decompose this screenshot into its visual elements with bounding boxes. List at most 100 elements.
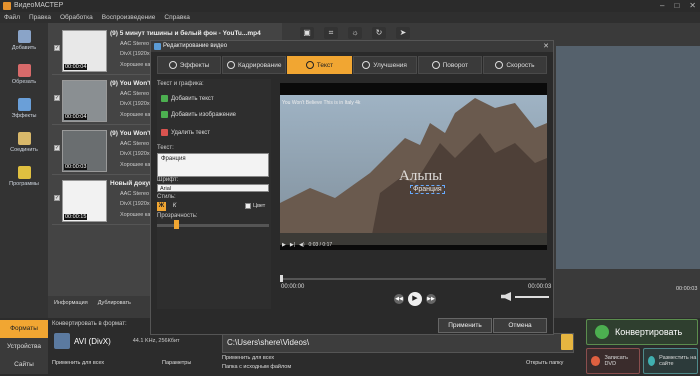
crop-icon[interactable]: ⌗ [324, 26, 338, 39]
text-icon [305, 61, 314, 69]
play-icon: ▶ [282, 242, 286, 248]
file-checkbox[interactable]: ✓ [54, 195, 60, 201]
maximize-icon[interactable]: □ [674, 1, 679, 10]
style-buttons: Ж К [157, 202, 179, 211]
format-label: Конвертировать в формат: [52, 321, 127, 327]
text-label: Текст: [157, 145, 174, 151]
tab-text[interactable]: Текст [287, 56, 352, 74]
tab-crop[interactable]: Кадрирование [222, 56, 287, 74]
menu-edit[interactable]: Правка [29, 14, 51, 21]
speaker-icon[interactable] [501, 292, 511, 301]
next-frame-icon[interactable]: ▶▶ [426, 294, 436, 304]
burn-dvd-button[interactable]: Записать DVD [586, 348, 640, 374]
time-start: 00:00:00 [281, 284, 305, 290]
prev-frame-icon[interactable]: ◀◀ [394, 294, 404, 304]
publish-button[interactable]: Разместить на сайте [643, 348, 698, 374]
sidebar-item-add[interactable]: Добавить [0, 23, 48, 57]
sidebar-item-effects[interactable]: Эффекты [0, 91, 48, 125]
title-bar: ВидеоМАСТЕР – □ ✕ [0, 0, 700, 12]
overlay-text[interactable]: Альпы [399, 168, 442, 185]
preview-time: 00:00:03 [676, 286, 698, 292]
overlay-subtext[interactable]: Франция [410, 185, 445, 194]
embedded-player-controls: ▶ ▶| ◀) 0:03 / 0:17 [282, 241, 544, 249]
sidebar: Добавить Обрезать Эффекты Соединить Прог… [0, 23, 48, 318]
brightness-icon[interactable]: ☼ [348, 26, 362, 39]
font-select[interactable]: Arial [157, 184, 269, 192]
tab-label: Текст [316, 61, 334, 69]
speed-icon[interactable]: ➤ [396, 26, 410, 39]
snapshot-icon[interactable]: ▣ [300, 26, 314, 39]
add-image-button[interactable]: Добавить изображение [161, 111, 236, 118]
open-folder-button[interactable]: Открыть папку [526, 360, 563, 366]
sidebar-item-join[interactable]: Соединить [0, 125, 48, 159]
apply-all-checkbox-2[interactable]: Применить для всех [222, 355, 274, 361]
close-icon[interactable]: ✕ [689, 1, 696, 10]
tab-effects[interactable]: Эффекты [157, 56, 222, 74]
rotate-icon[interactable]: ↻ [372, 26, 386, 39]
play-icon[interactable]: ▶ [408, 292, 422, 306]
main-preview [556, 46, 700, 269]
add-file-icon [17, 29, 31, 43]
style-label: Стиль: [157, 194, 176, 200]
italic-icon[interactable]: К [170, 202, 179, 211]
add-text-button[interactable]: Добавить текст [161, 95, 214, 102]
volume-control [501, 292, 549, 301]
video-preview: You Won't Believe This is in Italy 4k Ал… [280, 83, 547, 250]
avi-icon [54, 333, 70, 349]
cancel-button[interactable]: Отмена [493, 318, 547, 333]
tab-enhance[interactable]: Улучшения [352, 56, 417, 74]
tab-label: Скорость [506, 61, 535, 69]
volume-slider[interactable] [515, 295, 549, 298]
menu-playback[interactable]: Воспроизведение [102, 14, 156, 21]
edit-video-dialog: Редактирование видео ✕ Эффекты Кадрирова… [150, 40, 554, 335]
file-checkbox[interactable]: ✓ [54, 45, 60, 51]
menu-process[interactable]: Обработка [60, 14, 93, 21]
tab-rotate[interactable]: Поворот [417, 56, 482, 74]
tab-label: Улучшения [373, 61, 407, 69]
apply-button[interactable]: Применить [438, 318, 492, 333]
format-info: 44.1 KHz, 256Кбит [132, 338, 180, 344]
bold-icon[interactable]: Ж [157, 202, 166, 211]
opacity-slider-thumb[interactable] [174, 220, 179, 229]
minimize-icon[interactable]: – [660, 1, 664, 10]
speed-icon [495, 61, 504, 69]
timeline-thumb[interactable] [280, 275, 283, 282]
sidebar-item-cut[interactable]: Обрезать [0, 57, 48, 91]
video-title: You Won't Believe This is in Italy 4k [282, 100, 361, 106]
params-button[interactable]: Параметры [162, 360, 191, 366]
menu-file[interactable]: Файл [4, 14, 20, 21]
color-checkbox[interactable]: Цвет [245, 203, 265, 209]
source-folder-checkbox[interactable]: Папка с исходным файлом [222, 364, 291, 370]
output-path-field[interactable]: C:\Users\shere\Videos\ [222, 333, 574, 353]
timeline-track[interactable] [280, 278, 546, 280]
duplicate-button[interactable]: Дублировать [98, 300, 131, 306]
menu-bar: Файл Правка Обработка Воспроизведение Сп… [0, 12, 700, 23]
dvd-icon [591, 356, 601, 366]
dialog-tabs: Эффекты Кадрирование Текст Улучшения Пов… [157, 56, 548, 74]
apply-all-checkbox[interactable]: Применить для всех [52, 360, 104, 366]
menu-help[interactable]: Справка [164, 14, 190, 21]
tab-devices[interactable]: Устройства [0, 338, 48, 356]
video-time: 0:03 / 0:17 [308, 242, 333, 248]
sidebar-item-programs[interactable]: Программы [0, 159, 48, 193]
add-text-icon [161, 95, 168, 102]
tab-label: Поворот [442, 61, 468, 69]
sidebar-item-label: Соединить [10, 146, 38, 153]
delete-text-label: Удалить текст [171, 129, 211, 136]
publish-label: Разместить на сайте [659, 355, 697, 367]
preview-toolbar: ▣ ⌗ ☼ ↻ ➤ [300, 24, 700, 41]
text-input[interactable]: Франция [157, 153, 269, 177]
tab-speed[interactable]: Скорость [482, 56, 548, 74]
burn-dvd-label: Записать DVD [604, 355, 628, 367]
file-checkbox[interactable]: ✓ [54, 145, 60, 151]
tab-formats[interactable]: Форматы [0, 320, 48, 338]
convert-button[interactable]: Конвертировать [586, 319, 698, 345]
tab-sites[interactable]: Сайты [0, 356, 48, 374]
file-checkbox[interactable]: ✓ [54, 95, 60, 101]
close-icon[interactable]: ✕ [543, 41, 549, 52]
sidebar-item-label: Обрезать [11, 78, 37, 85]
folder-icon[interactable] [561, 334, 573, 350]
info-button[interactable]: Информация [54, 300, 88, 306]
delete-text-button[interactable]: Удалить текст [161, 129, 210, 136]
cut-icon [17, 63, 31, 77]
